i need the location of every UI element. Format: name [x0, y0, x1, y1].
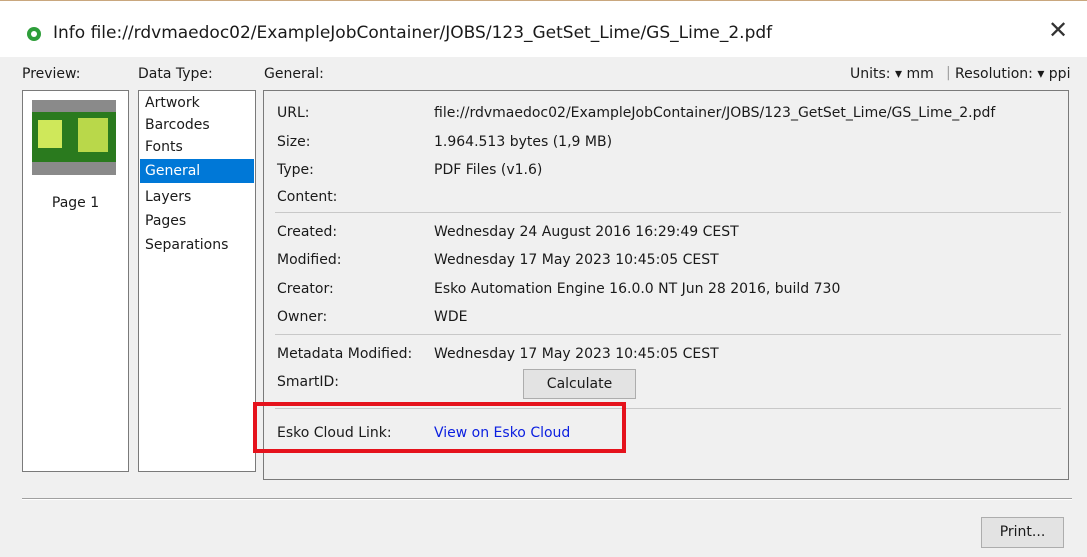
page-thumbnail[interactable] — [32, 100, 116, 175]
size-value: 1.964.513 bytes (1,9 MB) — [434, 134, 613, 150]
calculate-button[interactable]: Calculate — [523, 369, 636, 399]
window-title: Info file://rdvmaedoc02/ExampleJobContai… — [53, 23, 773, 43]
modified-label: Modified: — [277, 252, 342, 268]
type-value: PDF Files (v1.6) — [434, 162, 543, 178]
section-divider — [275, 334, 1061, 335]
url-value: file://rdvmaedoc02/ExampleJobContainer/J… — [434, 105, 996, 121]
print-button[interactable]: Print... — [981, 517, 1064, 548]
data-type-heading: Data Type: — [138, 66, 213, 82]
units-dropdown[interactable]: Units: ▾ mm — [850, 66, 934, 82]
created-label: Created: — [277, 224, 338, 240]
creator-label: Creator: — [277, 281, 334, 297]
data-type-item-general[interactable]: General — [140, 159, 254, 183]
owner-value: WDE — [434, 309, 468, 325]
metadata-modified-label: Metadata Modified: — [277, 346, 413, 362]
owner-label: Owner: — [277, 309, 328, 325]
data-type-list: Artwork Barcodes Fonts General Layers Pa… — [138, 90, 256, 472]
preview-panel: Page 1 — [22, 90, 129, 472]
data-type-item-separations[interactable]: Separations — [140, 233, 254, 257]
data-type-item-pages[interactable]: Pages — [140, 209, 254, 233]
resolution-dropdown[interactable]: Resolution: ▾ ppi — [955, 66, 1070, 82]
content-label: Content: — [277, 189, 338, 205]
info-dialog: Info file://rdvmaedoc02/ExampleJobContai… — [0, 0, 1087, 557]
created-value: Wednesday 24 August 2016 16:29:49 CEST — [434, 224, 739, 240]
footer-divider-highlight — [22, 499, 1072, 500]
metadata-modified-value: Wednesday 17 May 2023 10:45:05 CEST — [434, 346, 719, 362]
section-divider — [275, 212, 1061, 213]
title-bar: Info file://rdvmaedoc02/ExampleJobContai… — [0, 1, 1087, 57]
modified-value: Wednesday 17 May 2023 10:45:05 CEST — [434, 252, 719, 268]
thumbnail-artwork — [32, 112, 116, 162]
app-status-icon — [27, 27, 41, 41]
annotation-highlight-box — [253, 402, 626, 453]
smartid-label: SmartID: — [277, 374, 339, 390]
general-heading: General: — [264, 66, 324, 82]
preview-heading: Preview: — [22, 66, 81, 82]
page-label: Page 1 — [51, 195, 100, 211]
close-icon[interactable]: ✕ — [1048, 18, 1068, 42]
units-resolution-divider: | — [946, 65, 951, 81]
url-label: URL: — [277, 105, 310, 121]
data-type-item-barcodes[interactable]: Barcodes — [140, 113, 254, 137]
data-type-item-artwork[interactable]: Artwork — [140, 91, 254, 115]
size-label: Size: — [277, 134, 311, 150]
creator-value: Esko Automation Engine 16.0.0 NT Jun 28 … — [434, 281, 841, 297]
data-type-item-layers[interactable]: Layers — [140, 185, 254, 209]
data-type-item-fonts[interactable]: Fonts — [140, 135, 254, 159]
type-label: Type: — [277, 162, 314, 178]
